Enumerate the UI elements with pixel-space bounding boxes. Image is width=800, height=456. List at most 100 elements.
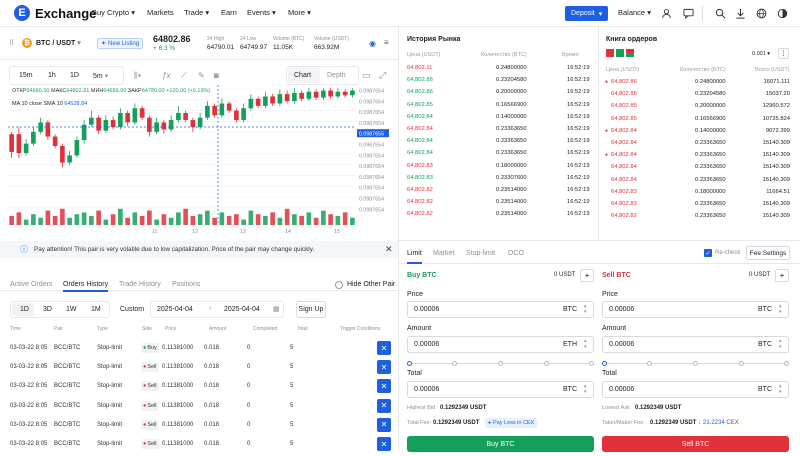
nav-earn[interactable]: Earn xyxy=(221,8,237,17)
cancel-order-button[interactable]: ✕ xyxy=(377,437,391,451)
date-from[interactable]: 2025-04-04 xyxy=(157,306,193,313)
window-icon[interactable]: ▭ xyxy=(362,70,371,81)
nav-more[interactable]: More ▾ xyxy=(288,8,311,17)
cancel-order-button[interactable]: ✕ xyxy=(377,398,391,413)
cancel-order-button[interactable]: ✕ xyxy=(377,341,391,355)
buy-amount-input[interactable]: 0.00006 ETH ▴ ▾ xyxy=(407,336,594,353)
balance-menu[interactable]: Balance ▾ xyxy=(618,8,651,17)
order-book-row[interactable]: 64,802.86 0.23204580 15037.20 xyxy=(599,91,798,102)
lowest-ask-label: Lowest Ask xyxy=(602,405,630,411)
deposit-button[interactable]: Deposit ▾ xyxy=(565,6,609,21)
nav-trade[interactable]: Trade ▾ xyxy=(184,8,209,17)
buy-price-label: Price xyxy=(407,291,423,298)
tab-active-orders[interactable]: Active Orders xyxy=(10,281,52,288)
nav-buy-crypto[interactable]: Buy Crypto ▾ xyxy=(92,8,135,17)
camera-icon[interactable]: ◙ xyxy=(214,71,219,80)
order-book-row[interactable]: 64,802.83 0.23363650 15140.309 xyxy=(599,201,798,212)
fee-settings-button[interactable]: Fee Settings xyxy=(746,246,790,260)
message-icon[interactable] xyxy=(682,7,694,19)
period-1d[interactable]: 1D xyxy=(20,306,29,313)
draw-line-icon[interactable]: ⟋ xyxy=(181,71,187,81)
signal-icon[interactable]: ◉ xyxy=(369,39,376,48)
stepper-icon: ▴ ▾ xyxy=(584,338,587,350)
order-book-row[interactable]: 64,802.85 0.20000000 12960.572 xyxy=(599,103,798,114)
order-book-row[interactable]: ● 64,802.84 0.14000000 9072.399 xyxy=(599,128,798,139)
cell-type: Stop-limit xyxy=(97,383,123,390)
tab-stop-limit[interactable]: Stop-limit xyxy=(466,250,495,257)
order-book-row[interactable]: 64,802.85 0.16566900 10735.824 xyxy=(599,116,798,127)
nav-events[interactable]: Events ▾ xyxy=(247,8,276,17)
menu-icon[interactable]: ≡ xyxy=(384,38,389,47)
user-icon[interactable] xyxy=(660,7,672,19)
theme-toggle-icon[interactable] xyxy=(776,7,788,19)
book-view-buys-icon[interactable] xyxy=(616,49,624,57)
download-icon[interactable] xyxy=(734,7,746,19)
book-qty: 0.16566900 xyxy=(695,115,726,122)
order-book-row[interactable]: 64,802.82 0.23363650 15140.309 xyxy=(599,213,798,224)
sell-add-funds-button[interactable]: + xyxy=(775,269,789,282)
brand-logo[interactable]: E Exchange xyxy=(14,5,96,21)
period-1m[interactable]: 1M xyxy=(91,306,101,313)
recheck-checkbox[interactable]: ✓ xyxy=(704,249,712,257)
book-view-sells-icon[interactable] xyxy=(606,49,614,57)
period-3d[interactable]: 3D xyxy=(43,306,52,313)
cell-price: 0.11381000 xyxy=(162,383,194,390)
calendar-icon[interactable]: ▦ xyxy=(273,305,280,313)
order-book-row[interactable]: ● 64,802.84 0.23363650 15140.309 xyxy=(599,152,798,163)
book-qty: 0.23363650 xyxy=(695,213,726,220)
date-to[interactable]: 2025-04-04 xyxy=(224,306,260,313)
precision-select[interactable]: 0.001 ▾ xyxy=(752,48,776,59)
cancel-order-button[interactable]: ✕ xyxy=(377,360,391,375)
x-axis-labels: 11 12 13 14 15 xyxy=(152,229,340,235)
tab-market[interactable]: Market xyxy=(433,250,454,257)
sell-amount-input[interactable]: 0.00006 BTC ▴ ▾ xyxy=(602,336,789,353)
cell-side: Sell xyxy=(147,383,157,390)
interval-5m[interactable]: 5m ▾ xyxy=(93,72,108,80)
buy-total-input[interactable]: 0.00006 BTC ▴ ▾ xyxy=(407,381,594,398)
order-book-row[interactable]: 64,802.84 0.23363650 15140.309 xyxy=(599,164,798,175)
tab-oco[interactable]: OCO xyxy=(508,250,524,257)
period-1w[interactable]: 1W xyxy=(66,306,77,313)
order-book-row[interactable]: 64,802.83 0.18000000 11664.51 xyxy=(599,189,798,200)
cancel-order-button[interactable]: ✕ xyxy=(377,417,391,432)
buy-price-input[interactable]: 0.00006 BTC ▴ ▾ xyxy=(407,301,594,318)
interval-1h[interactable]: 1h xyxy=(48,72,56,79)
sell-price-input[interactable]: 0.00006 BTC ▴ ▾ xyxy=(602,301,789,318)
close-icon[interactable]: ✕ xyxy=(385,244,393,255)
search-icon[interactable] xyxy=(714,7,726,19)
sell-total-input[interactable]: 0.00006 BTC ▴ ▾ xyxy=(602,381,789,398)
pay-less-badge[interactable]: ● Pay Less in CEX xyxy=(485,418,538,428)
price-chart[interactable]: 0.0987654 0.0987654 0.0987654 0.0987654 0.09… xyxy=(0,85,398,235)
interval-1d[interactable]: 1D xyxy=(70,72,79,79)
tab-chart[interactable]: Chart xyxy=(294,72,311,79)
signup-button[interactable]: Sign Up xyxy=(296,301,326,318)
tab-trade-history[interactable]: Trade History xyxy=(119,281,161,288)
book-settings-icon[interactable]: ⋮ xyxy=(778,48,789,59)
globe-icon[interactable] xyxy=(755,7,767,19)
tab-positions[interactable]: Positions xyxy=(172,281,200,288)
pair-selector[interactable]: BTC / USDT ▾ xyxy=(36,39,81,47)
interval-15m[interactable]: 15m xyxy=(19,72,33,79)
candle-type-icon[interactable]: ⫼▾ xyxy=(134,71,142,81)
grip-icon[interactable]: ⠿ xyxy=(9,39,14,47)
order-book-row[interactable]: 64,802.84 0.23363650 15140.309 xyxy=(599,177,798,188)
order-book-row[interactable]: ● 64,802.86 0.24800000 16071.111 xyxy=(599,79,798,90)
hide-other-radio[interactable] xyxy=(335,281,343,289)
tab-orders-history[interactable]: Orders History xyxy=(63,281,108,288)
fullscreen-icon[interactable]: ⤢ xyxy=(379,70,386,81)
volume-bar xyxy=(212,217,217,225)
order-book-row[interactable]: 64,802.84 0.23363650 15140.309 xyxy=(599,140,798,151)
new-listing-badge: ✦ New Listing xyxy=(97,38,144,49)
tab-limit[interactable]: Limit xyxy=(407,250,422,257)
buy-add-funds-button[interactable]: + xyxy=(580,269,594,282)
cell-pair: BCC/BTC xyxy=(54,345,81,351)
orders-header: Time Pair Type Side Price Amount Complet… xyxy=(10,326,381,332)
indicator-icon[interactable]: ƒx xyxy=(162,71,170,80)
book-view-both-icon[interactable] xyxy=(626,49,634,57)
nav-markets[interactable]: Markets xyxy=(147,8,174,17)
pencil-icon[interactable]: ✎ xyxy=(198,71,205,80)
buy-amount-slider[interactable] xyxy=(407,360,594,368)
sell-amount-slider[interactable] xyxy=(602,360,789,368)
tab-depth[interactable]: Depth xyxy=(327,72,346,79)
cancel-order-button[interactable]: ✕ xyxy=(377,379,391,394)
